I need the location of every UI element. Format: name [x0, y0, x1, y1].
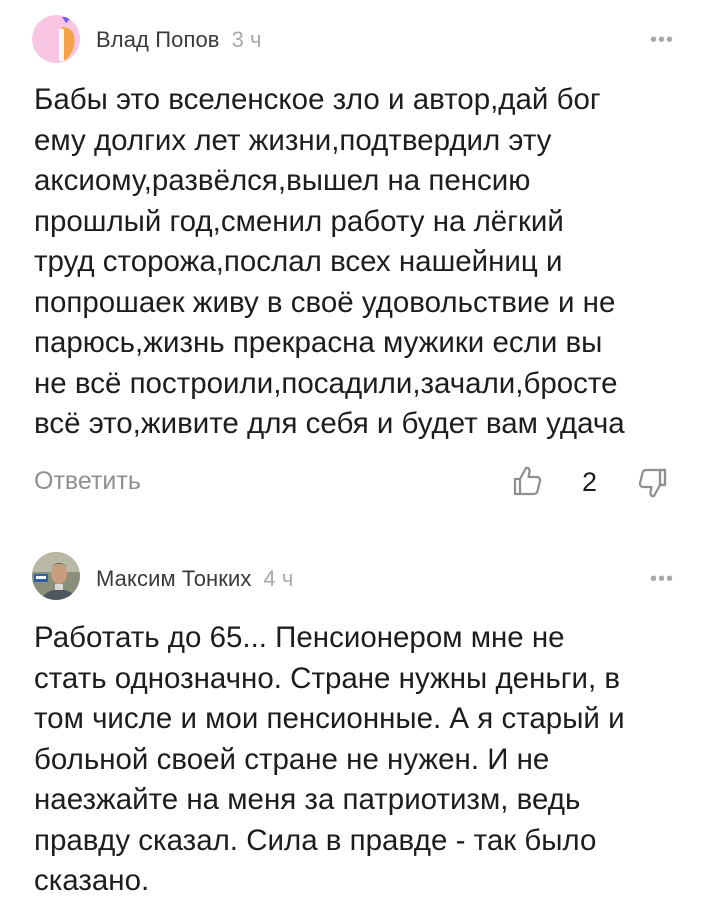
- more-dots-icon[interactable]: •••: [650, 569, 674, 589]
- comment-time: 3 ч: [231, 27, 262, 52]
- comment-text: Бабы это вселенское зло и автор,дай бог …: [34, 83, 625, 440]
- like-count: 2: [582, 467, 598, 497]
- thumbs-up-icon[interactable]: [512, 465, 542, 497]
- author-name[interactable]: Влад Попов: [96, 27, 220, 53]
- comment-header: Влад Попов 3 ч: [96, 27, 261, 53]
- comment-actions: Ответить 2: [34, 465, 684, 507]
- more-dots-icon[interactable]: •••: [650, 30, 674, 50]
- comment-text: Работать до 65... Пенсионером мне не ста…: [34, 621, 625, 897]
- reply-button[interactable]: Ответить: [34, 467, 141, 496]
- thumbs-down-icon[interactable]: [638, 467, 668, 499]
- avatar[interactable]: [32, 15, 80, 63]
- avatar-image: [32, 15, 80, 63]
- avatar-image: [32, 552, 80, 600]
- avatar[interactable]: [32, 552, 80, 600]
- comment-time: 4 ч: [263, 566, 294, 591]
- comment-header: Максим Тонких 4 ч: [96, 566, 293, 592]
- author-name[interactable]: Максим Тонких: [96, 566, 252, 592]
